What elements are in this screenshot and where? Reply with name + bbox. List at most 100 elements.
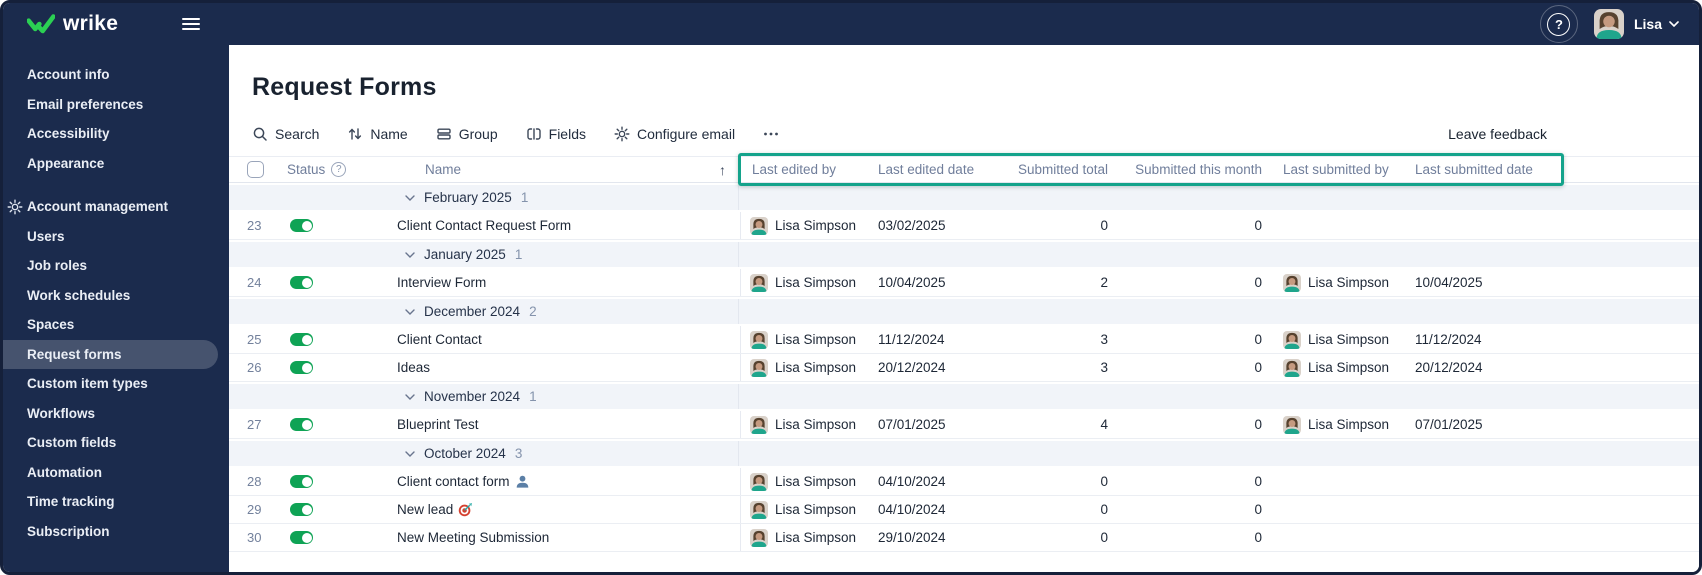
last-submitted-date: 07/01/2025 [1415,417,1483,432]
toolbar-button-label: Configure email [637,126,736,142]
status-toggle-on[interactable] [290,531,313,544]
table-row[interactable]: 28 Client contact form Lisa Simpson 04/10/2… [229,468,1699,496]
last-edited-by-cell: Lisa Simpson [740,212,875,239]
target-icon [458,502,473,517]
sidebar-item-request-forms[interactable]: Request forms [3,339,218,369]
status-help-icon[interactable]: ? [331,162,347,177]
sidebar-item-work-schedules[interactable]: Work schedules [3,281,229,311]
status-toggle-on[interactable] [290,276,313,289]
wrike-logo[interactable]: wrike [27,12,118,36]
column-header-last-submitted-by[interactable]: Last submitted by [1272,162,1408,177]
sidebar-item-users[interactable]: Users [3,222,229,252]
group-row-november-2024[interactable]: November 2024 1 [229,384,1699,409]
form-name: New Meeting Submission [395,530,740,545]
last-submitted-by-name: Lisa Simpson [1308,360,1390,375]
sidebar-item-spaces[interactable]: Spaces [3,310,229,340]
more-button[interactable] [763,126,779,142]
last-submitted-by-name: Lisa Simpson [1308,332,1390,347]
sidebar-item-label: Work schedules [27,287,131,303]
group-row-january-2025[interactable]: January 2025 1 [229,242,1699,267]
last-edited-by-cell: Lisa Simpson [740,524,875,551]
chevron-down-icon[interactable] [1669,21,1679,27]
toolbar-button-label: Group [458,126,498,142]
group-label: December 2024 [424,304,521,319]
sidebar-item-custom-fields[interactable]: Custom fields [3,428,229,458]
sidebar-item-account-management[interactable]: Account management [3,192,229,222]
status-toggle-on[interactable] [290,418,313,431]
toolbar: Search Name Group Fields Configure email Lea… [252,126,1699,142]
status-toggle-on[interactable] [290,333,313,346]
column-header-submitted-total[interactable]: Submitted total [1010,162,1118,177]
name-button[interactable]: Name [347,126,408,142]
hamburger-menu-icon[interactable] [182,16,202,32]
table-row[interactable]: 26 Ideas Lisa Simpson 20/12/2024 3 0 Lisa Simp… [229,354,1699,382]
configure-email-button[interactable]: Configure email [614,126,735,142]
form-name: Blueprint Test [395,417,740,432]
group-row-december-2024[interactable]: December 2024 2 [229,299,1699,324]
table-row[interactable]: 23 Client Contact Request Form Lisa Simpso… [229,212,1699,240]
submitted-this-month: 0 [1254,360,1262,375]
column-header-last-edited-date[interactable]: Last edited date [875,162,1010,177]
page-title: Request Forms [252,73,437,101]
sort-ascending-icon[interactable]: ↑ [719,162,726,178]
sidebar-item-time-tracking[interactable]: Time tracking [3,487,229,517]
last-submitted-by-cell: Lisa Simpson [1272,273,1408,292]
status-toggle-on[interactable] [290,361,313,374]
user-avatar[interactable] [1593,9,1624,39]
submitted-total: 0 [1100,474,1108,489]
group-row-february-2025[interactable]: February 2025 1 [229,185,1699,210]
chevron-down-icon[interactable] [405,194,415,201]
status-toggle-on[interactable] [290,475,313,488]
submitted-total: 0 [1100,530,1108,545]
fields-button[interactable]: Fields [526,126,586,142]
group-label: November 2024 [424,389,521,404]
chevron-down-icon[interactable] [405,251,415,258]
sidebar-item-automation[interactable]: Automation [3,458,229,488]
chevron-down-icon[interactable] [405,308,415,315]
table-row[interactable]: 25 Client Contact Lisa Simpson 11/12/2024 3 0… [229,326,1699,354]
row-number: 26 [247,360,262,375]
form-name: Client Contact [395,332,740,347]
sidebar-item-account-info[interactable]: Account info [3,60,229,90]
column-header-submitted-this-month[interactable]: Submitted this month [1118,162,1272,177]
column-header-name[interactable]: Name [425,162,461,177]
column-header-last-submitted-date[interactable]: Last submitted date [1408,162,1560,177]
column-divider [738,185,739,210]
row-number: 29 [247,502,262,517]
column-header-last-edited-by[interactable]: Last edited by [740,162,875,177]
toolbar-button-label: Fields [548,126,586,142]
group-button[interactable]: Group [436,126,498,142]
sidebar-item-accessibility[interactable]: Accessibility [3,119,229,149]
sidebar-item-subscription[interactable]: Subscription [3,517,229,547]
group-count: 1 [520,190,529,205]
sidebar-item-appearance[interactable]: Appearance [3,149,229,179]
search-button[interactable]: Search [252,126,319,142]
sidebar-item-email-preferences[interactable]: Email preferences [3,90,229,120]
user-name[interactable]: Lisa [1634,16,1662,32]
last-edited-by-cell: Lisa Simpson [740,496,875,523]
group-row-october-2024[interactable]: October 2024 3 [229,441,1699,466]
leave-feedback-link[interactable]: Leave feedback [1448,126,1547,142]
last-edited-by-cell: Lisa Simpson [740,468,875,495]
table-row[interactable]: 27 Blueprint Test Lisa Simpson 07/01/2025 4 0… [229,411,1699,439]
sidebar-item-custom-item-types[interactable]: Custom item types [3,369,229,399]
help-button[interactable]: ? [1539,5,1578,43]
last-edited-by-name: Lisa Simpson [775,530,857,545]
table-row[interactable]: 30 New Meeting Submission Lisa Simpson 29/1… [229,524,1699,552]
sidebar-item-workflows[interactable]: Workflows [3,399,229,429]
chevron-down-icon[interactable] [405,450,415,457]
last-edited-by-name: Lisa Simpson [775,218,857,233]
column-header-status[interactable]: Status [287,162,325,177]
chevron-down-icon[interactable] [405,393,415,400]
status-toggle-on[interactable] [290,503,313,516]
status-toggle-on[interactable] [290,219,313,232]
app-window: wrike ? Lisa Account info Email preferenc… [0,0,1702,575]
table-row[interactable]: 24 Interview Form Lisa Simpson 10/04/2025 2 0… [229,269,1699,297]
table-row[interactable]: 29 New lead Lisa Simpson 04/10/2024 0 0 [229,496,1699,524]
last-edited-date: 10/04/2025 [878,275,946,290]
last-submitted-by-name: Lisa Simpson [1308,275,1390,290]
more-icon [763,126,779,142]
avatar [750,415,768,434]
sidebar-item-job-roles[interactable]: Job roles [3,251,229,281]
select-all-checkbox[interactable] [247,161,264,178]
